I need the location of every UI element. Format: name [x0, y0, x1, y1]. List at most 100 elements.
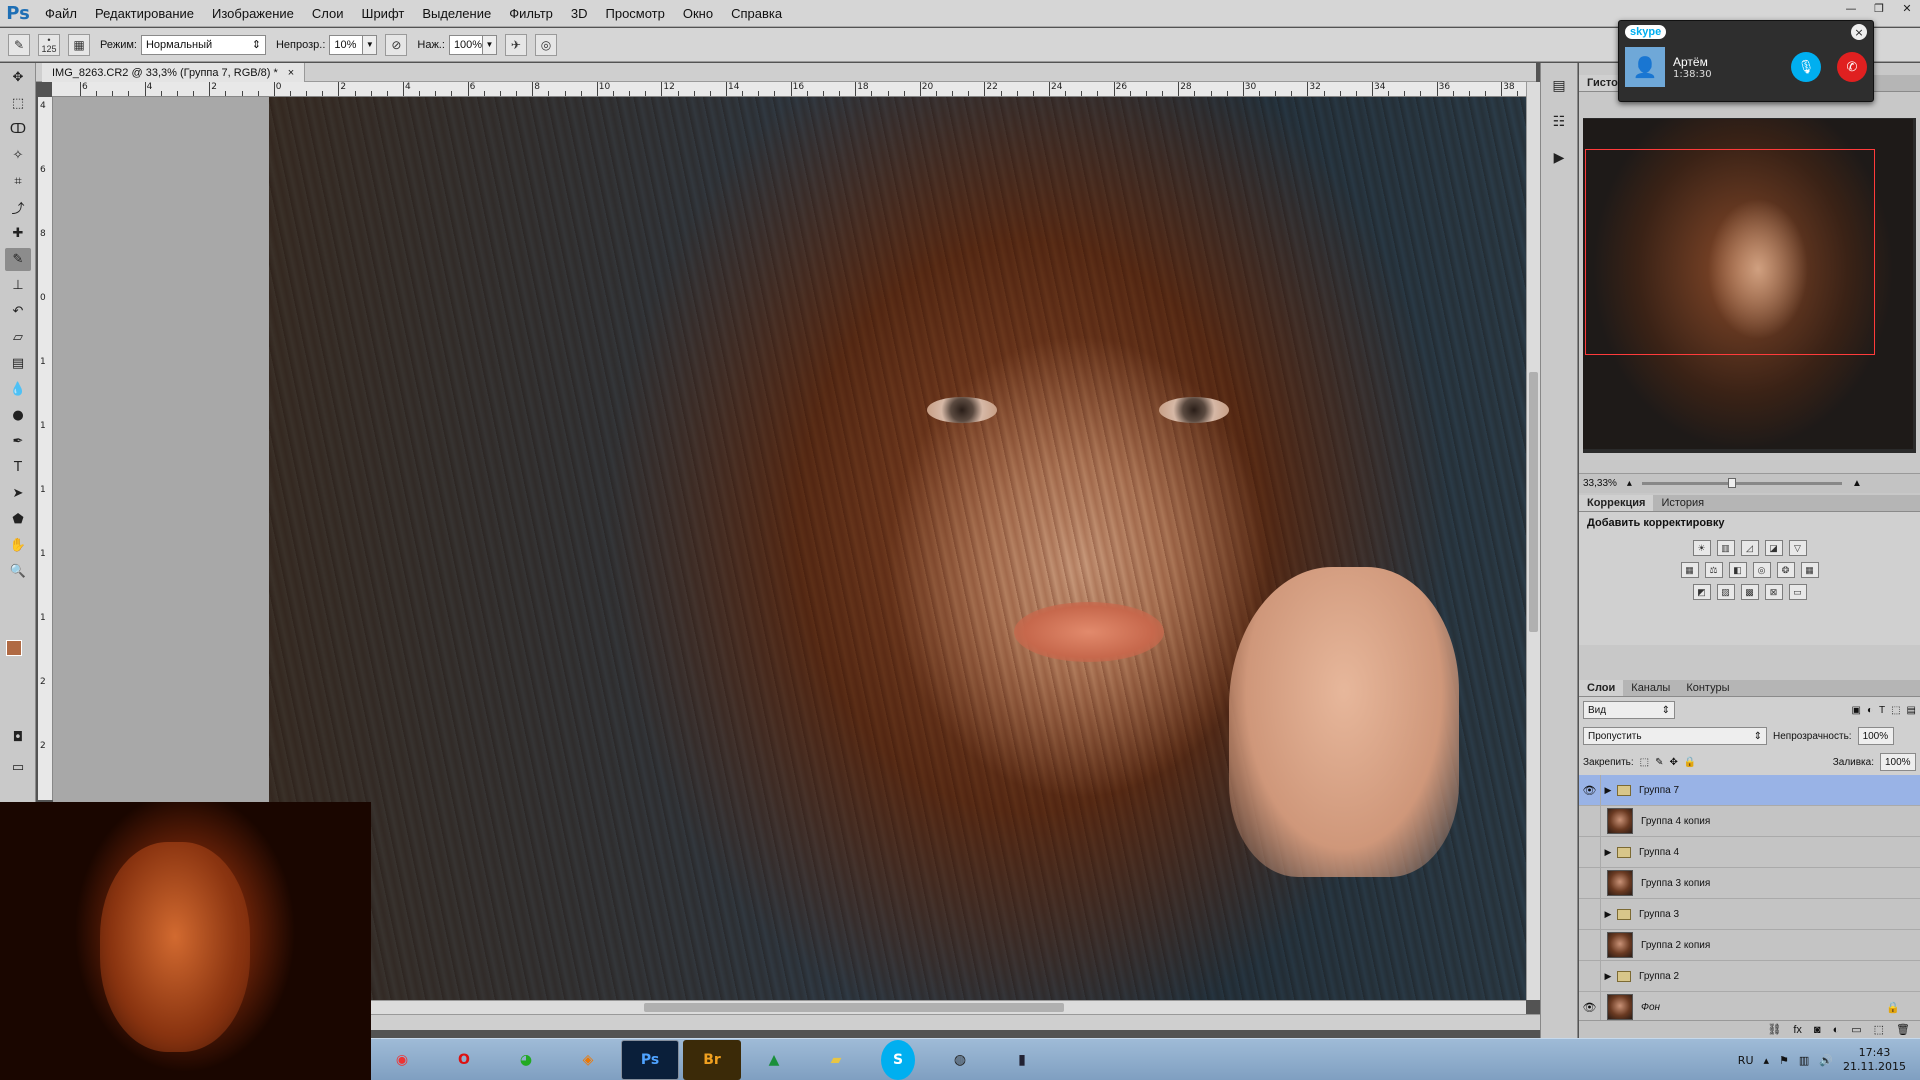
layer-opacity-input[interactable]: 100% [1857, 727, 1894, 745]
invert-icon[interactable]: ◩ [1692, 584, 1711, 600]
visibility-empty-icon[interactable] [1579, 867, 1601, 899]
zoom-out-icon[interactable]: ▴ [1627, 478, 1632, 489]
menu-3d[interactable]: 3D [562, 6, 597, 21]
expand-triangle-icon[interactable]: ▶ [1601, 847, 1615, 858]
layer-row[interactable]: 👁 ▶ Группа 7 [1579, 774, 1920, 806]
lock-all-icon[interactable]: 🔒 [1684, 757, 1696, 768]
color-balance-icon[interactable]: ⚖ [1704, 562, 1723, 578]
blur-tool-icon[interactable]: 💧 [5, 378, 31, 401]
move-tool-icon[interactable]: ✥ [5, 66, 31, 89]
visibility-empty-icon[interactable] [1579, 805, 1601, 837]
filter-adjust-icon[interactable]: ◐ [1867, 705, 1873, 716]
blend-mode-select[interactable]: Пропустить ⇕ [1583, 727, 1767, 745]
visibility-empty-icon[interactable] [1579, 898, 1601, 930]
lock-transparent-icon[interactable]: ⬚ [1640, 757, 1649, 768]
lasso-tool-icon[interactable]: ↀ [5, 118, 31, 141]
visibility-empty-icon[interactable] [1579, 929, 1601, 961]
minimize-icon[interactable]: — [1844, 2, 1858, 15]
tray-expand-icon[interactable]: ▴ [1764, 1054, 1770, 1067]
layer-filter-select[interactable]: Вид ⇕ [1583, 701, 1675, 719]
navigator-view-box[interactable] [1585, 149, 1875, 355]
new-group-icon[interactable]: ▭ [1851, 1023, 1861, 1036]
menu-select[interactable]: Выделение [413, 6, 500, 21]
layer-row[interactable]: Группа 4 копия [1579, 805, 1920, 837]
actions-play-icon[interactable]: ▶ [1546, 145, 1572, 171]
channel-mixer-icon[interactable]: ❂ [1776, 562, 1795, 578]
zoom-slider-knob[interactable] [1727, 478, 1736, 488]
selective-color-icon[interactable]: ⊠ [1764, 584, 1783, 600]
new-layer-icon[interactable]: ⬚ [1874, 1023, 1884, 1036]
opacity-input[interactable]: 10% [329, 34, 364, 55]
brush-size-picker[interactable]: • 125 [38, 33, 60, 56]
layer-row[interactable]: 👁 Фон 🔒 [1579, 991, 1920, 1023]
close-icon[interactable]: ✕ [1900, 2, 1914, 15]
layer-row[interactable]: Группа 3 копия [1579, 867, 1920, 899]
menu-file[interactable]: Файл [36, 6, 86, 21]
menu-image[interactable]: Изображение [203, 6, 303, 21]
opera-icon[interactable]: O [435, 1040, 493, 1080]
vibrance-icon[interactable]: ▽ [1788, 540, 1807, 556]
mode-select[interactable]: Нормальный ⇕ [140, 34, 266, 55]
navigator-zoom-value[interactable]: 33,33% [1583, 478, 1617, 489]
opacity-dropdown-icon[interactable]: ▼ [363, 34, 378, 55]
path-select-tool-icon[interactable]: ➤ [5, 482, 31, 505]
language-indicator[interactable]: RU [1738, 1054, 1754, 1067]
brightness-icon[interactable]: ☀ [1692, 540, 1711, 556]
pressure-size-icon[interactable]: ◎ [534, 33, 557, 56]
tab-paths[interactable]: Контуры [1678, 680, 1737, 696]
zoom-tool-icon[interactable]: 🔍 [5, 560, 31, 583]
vertical-scroll-thumb[interactable] [1529, 372, 1538, 632]
menu-view[interactable]: Просмотр [597, 6, 674, 21]
new-adjustment-icon[interactable]: ◐ [1833, 1024, 1840, 1036]
skype-close-button[interactable]: × [1851, 24, 1867, 40]
brush-tool-icon[interactable]: ✎ [5, 248, 31, 271]
flow-dropdown-icon[interactable]: ▼ [482, 34, 497, 55]
google-drive-icon[interactable]: ▲ [745, 1040, 803, 1080]
flow-input[interactable]: 100% [448, 34, 483, 55]
mute-microphone-button[interactable]: 🎙 [1791, 52, 1821, 82]
visibility-empty-icon[interactable] [1579, 960, 1601, 992]
tab-layers[interactable]: Слои [1579, 680, 1624, 696]
delete-layer-icon[interactable]: 🗑 [1896, 1023, 1910, 1036]
add-mask-icon[interactable]: ◙ [1814, 1024, 1821, 1036]
color-lookup-icon[interactable]: ▦ [1800, 562, 1819, 578]
properties-panel-icon[interactable]: ☷ [1546, 109, 1572, 135]
clone-stamp-tool-icon[interactable]: ⊥ [5, 274, 31, 297]
visibility-eye-icon[interactable]: 👁 [1579, 991, 1601, 1023]
menu-type[interactable]: Шрифт [353, 6, 414, 21]
eye-app-icon[interactable]: ◈ [559, 1040, 617, 1080]
link-layers-icon[interactable]: ⛓ [1767, 1023, 1781, 1036]
exposure-icon[interactable]: ◪ [1764, 540, 1783, 556]
history-brush-tool-icon[interactable]: ↶ [5, 300, 31, 323]
healing-brush-tool-icon[interactable]: ✚ [5, 222, 31, 245]
eyedropper-tool-icon[interactable]: ⤴ [5, 196, 31, 219]
layer-row[interactable]: ▶ Группа 2 [1579, 960, 1920, 992]
expand-triangle-icon[interactable]: ▶ [1601, 909, 1615, 920]
photo-filter-icon[interactable]: ◎ [1752, 562, 1771, 578]
portrait-photo[interactable] [269, 97, 1526, 1000]
layer-row[interactable]: ▶ Группа 4 [1579, 836, 1920, 868]
screen-mode-icon[interactable]: ▭ [5, 756, 31, 779]
close-tab-icon[interactable]: × [288, 67, 294, 79]
folder-icon[interactable]: ▰ [807, 1040, 865, 1080]
airbrush-icon[interactable]: ✈ [504, 33, 527, 56]
quick-mask-icon[interactable]: ◘ [5, 726, 31, 749]
posterize-icon[interactable]: ▨ [1716, 584, 1735, 600]
history-panel-icon[interactable]: ▤ [1546, 73, 1572, 99]
filter-type-icon[interactable]: T [1879, 705, 1885, 716]
restore-icon[interactable]: ❐ [1872, 2, 1886, 15]
eraser-tool-icon[interactable]: ▱ [5, 326, 31, 349]
bridge-taskbar-button[interactable]: Br [683, 1039, 741, 1080]
vertical-scrollbar[interactable] [1526, 82, 1540, 1000]
photoshop-taskbar-button[interactable]: Ps [621, 1039, 679, 1080]
foreground-color-swatch[interactable] [6, 640, 22, 656]
visibility-eye-icon[interactable]: 👁 [1579, 774, 1601, 806]
media-player-icon[interactable]: ◕ [497, 1040, 555, 1080]
layer-fill-input[interactable]: 100% [1880, 753, 1916, 771]
horizontal-scrollbar[interactable] [370, 1000, 1526, 1014]
phone-icon[interactable]: ▮ [993, 1040, 1051, 1080]
volume-icon[interactable]: 🔊 [1819, 1054, 1833, 1067]
flag-icon[interactable]: ⚑ [1779, 1054, 1789, 1067]
expand-triangle-icon[interactable]: ▶ [1601, 971, 1615, 982]
horizontal-scroll-thumb[interactable] [644, 1003, 1064, 1012]
